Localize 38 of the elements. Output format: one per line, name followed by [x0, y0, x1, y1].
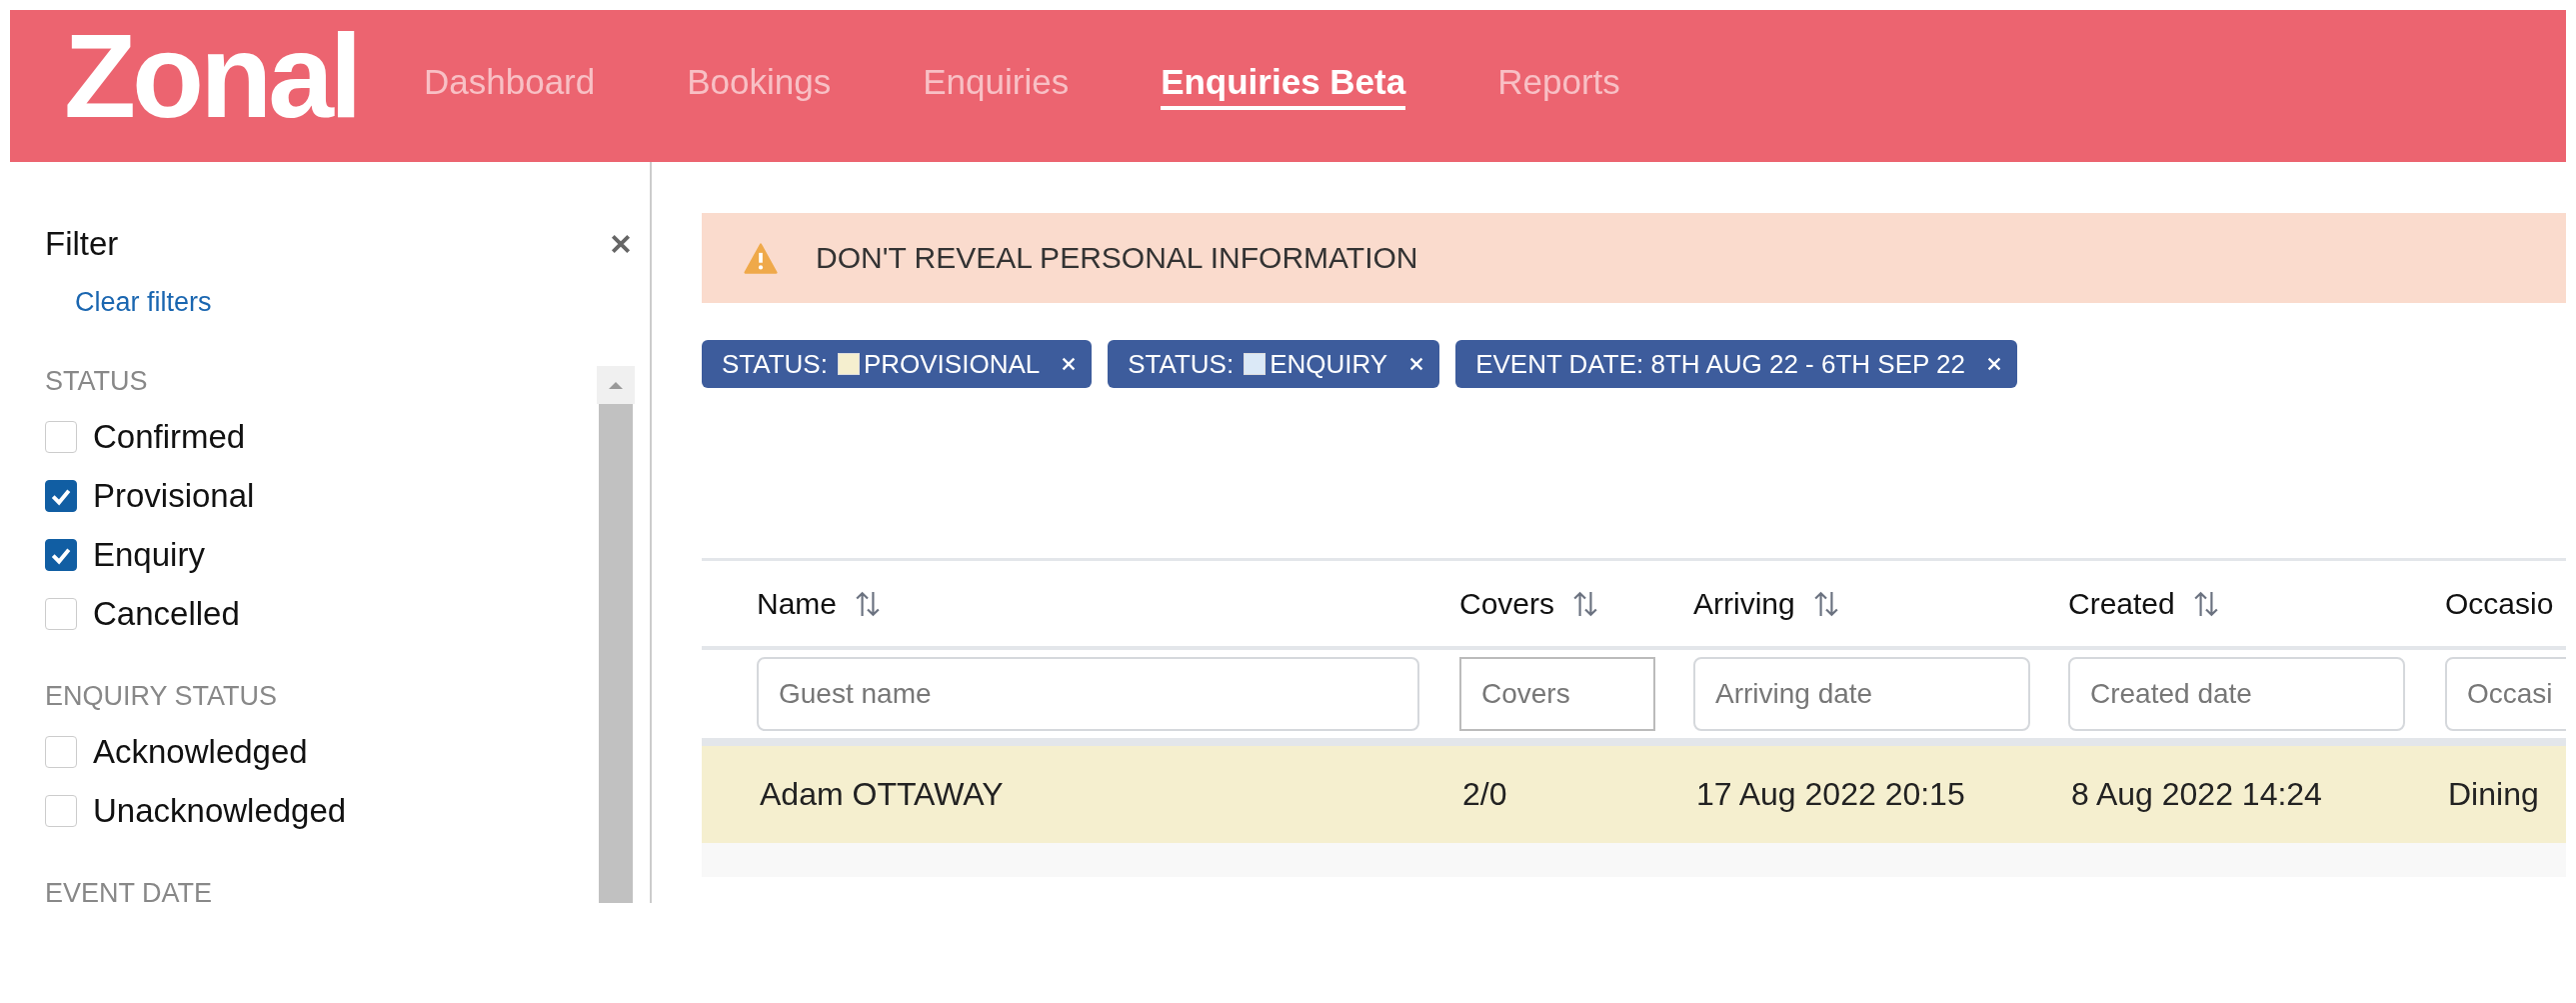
filter-chip[interactable]: STATUS: ENQUIRY	[1108, 340, 1440, 388]
remove-icon[interactable]	[1985, 355, 2003, 373]
filter-chip[interactable]: STATUS: PROVISIONAL	[702, 340, 1093, 388]
table-cell-text: Dining	[2448, 776, 2540, 813]
warning-icon	[744, 242, 778, 274]
table-cell-text: Adam OTTAWAY	[760, 776, 1005, 813]
warning-text: DON'T REVEAL PERSONAL INFORMATION	[816, 241, 1418, 275]
filter-title: Filter	[45, 225, 119, 263]
column-filter-field[interactable]: Guest name	[757, 657, 1419, 731]
clear-filters-link[interactable]: Clear filters	[75, 287, 212, 318]
table-row[interactable]: Adam OTTAWAY 2/0 17 Aug 2022 20:15 8 Aug 2022 14:24 Dining	[702, 746, 2566, 843]
checkbox[interactable]	[45, 538, 77, 571]
column-header[interactable]: Created	[2068, 586, 2175, 621]
checkbox-label: Confirmed	[93, 417, 246, 456]
column-filter-field[interactable]: Created date	[2068, 657, 2405, 731]
filter-chip[interactable]: EVENT DATE: 8TH AUG 22 - 6TH SEP 22	[1455, 340, 2017, 388]
checkbox-label: Unacknowledged	[93, 791, 347, 830]
logo: Zonal	[64, 17, 360, 135]
column-header[interactable]: Arriving	[1693, 586, 1795, 621]
column-header[interactable]: Covers	[1459, 586, 1555, 621]
checkbox-label: Provisional	[93, 476, 255, 515]
section-heading: STATUS	[45, 366, 149, 397]
column-filter-field[interactable]: Occasi	[2445, 657, 2566, 731]
column-filter-field[interactable]: Covers	[1459, 657, 1655, 731]
table-cell-text: 17 Aug 2022 20:15	[1696, 776, 1966, 813]
section-heading: ENQUIRY STATUS	[45, 681, 279, 712]
close-icon[interactable]	[610, 233, 632, 255]
checkbox-label: Enquiry	[93, 535, 205, 574]
checkbox-label: Acknowledged	[93, 732, 308, 771]
scrollbar[interactable]	[597, 366, 635, 903]
column-filter-field[interactable]: Arriving date	[1693, 657, 2030, 731]
column-header[interactable]: Name	[757, 586, 838, 621]
table-cell-text: 2/0	[1462, 776, 1508, 813]
checkbox[interactable]	[45, 479, 77, 512]
table-cell-text: 8 Aug 2022 14:24	[2071, 776, 2323, 813]
checkbox-label: Cancelled	[93, 594, 240, 633]
section-heading: EVENT DATE	[45, 878, 214, 909]
column-header[interactable]: Occasio	[2445, 586, 2554, 621]
